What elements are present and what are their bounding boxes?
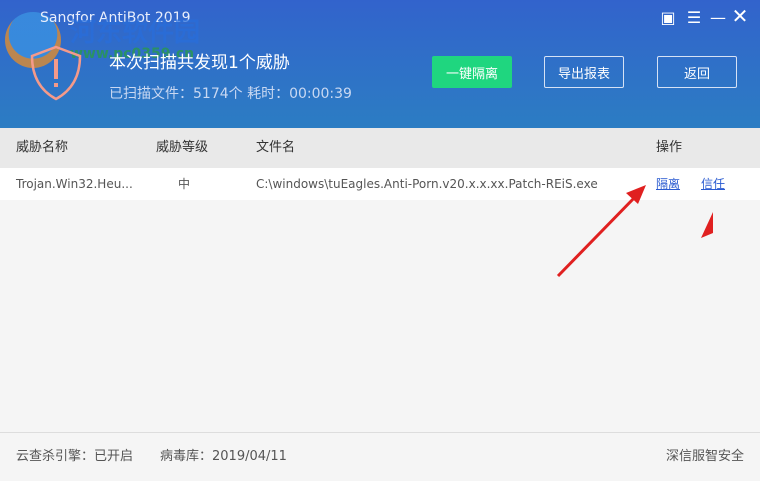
virus-db-date: 病毒库：2019/04/11 (160, 449, 287, 464)
annotation-arrows (556, 185, 713, 278)
annotation-arrow-quarantine (556, 194, 638, 278)
brand-slogan: 深信服智安全 (665, 449, 744, 464)
cloud-engine-status: 云查杀引擎：已开启 (16, 449, 134, 464)
annotation-arrowhead-trust (701, 212, 713, 238)
status-bar: 云查杀引擎：已开启 病毒库：2019/04/11 深信服智安全 (0, 432, 760, 480)
